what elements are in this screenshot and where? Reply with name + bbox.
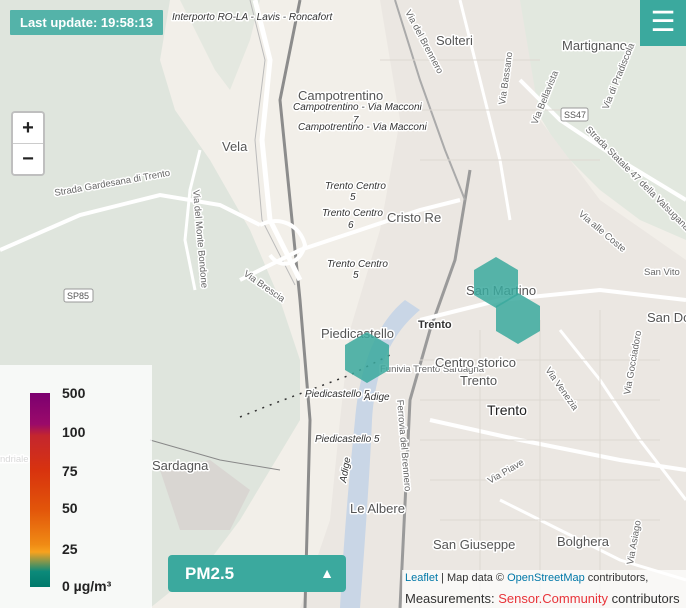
label-trento-centro-2n: 6 bbox=[348, 220, 354, 231]
label-ss47: SS47 bbox=[564, 110, 586, 120]
map-container[interactable]: Interporto RO-LA - Lavis - Roncafort Via… bbox=[0, 0, 686, 608]
label-trento-centro-3: Trento Centro bbox=[327, 259, 388, 270]
label-trento-city: Trento bbox=[487, 402, 527, 418]
label-trento-centro-1: Trento Centro bbox=[325, 181, 386, 192]
label-campo-macconi-1: Campotrentino - Via Macconi bbox=[293, 102, 423, 113]
label-trento-centro-1n: 5 bbox=[350, 192, 356, 203]
label-vela: Vela bbox=[222, 139, 248, 154]
label-san-vito: San Vito bbox=[644, 267, 680, 278]
label-campotrentino: Campotrentino bbox=[298, 88, 383, 103]
menu-button[interactable]: ☰ bbox=[640, 0, 686, 46]
label-interporto: Interporto RO-LA - Lavis - Roncafort bbox=[172, 12, 333, 23]
label-piedicastello-5: Piedicastello 5 bbox=[305, 389, 370, 400]
leaflet-link[interactable]: Leaflet bbox=[405, 572, 438, 584]
label-centro-storico: Centro storico bbox=[435, 355, 516, 370]
label-san-do: San Do bbox=[647, 310, 686, 325]
attribution: Leaflet | Map data © OpenStreetMap contr… bbox=[402, 570, 686, 608]
label-le-albere: Le Albere bbox=[350, 501, 405, 516]
label-adige: Adige bbox=[363, 392, 390, 403]
label-solteri: Solteri bbox=[436, 33, 473, 48]
legend-tick-50: 50 bbox=[62, 500, 78, 516]
label-sp85: SP85 bbox=[67, 291, 89, 301]
legend-tick-100: 100 bbox=[62, 424, 86, 440]
label-piedicastello-5b: Piedicastello 5 bbox=[315, 434, 380, 445]
label-bolghera: Bolghera bbox=[557, 534, 610, 549]
osm-link[interactable]: OpenStreetMap bbox=[507, 572, 585, 584]
zoom-control: + − bbox=[11, 111, 45, 176]
label-martignano: Martignano bbox=[562, 38, 627, 53]
label-centro-storico-2: Trento bbox=[460, 373, 497, 388]
legend-tick-75: 75 bbox=[62, 463, 78, 479]
legend-color-bar bbox=[30, 393, 50, 587]
label-san-giuseppe: San Giuseppe bbox=[433, 537, 515, 552]
label-campo-macconi-2: Campotrentino - Via Macconi bbox=[298, 122, 428, 133]
label-cristo-re: Cristo Re bbox=[387, 210, 441, 225]
legend-tick-25: 25 bbox=[62, 541, 78, 557]
sensor-community-link[interactable]: Sensor.Community bbox=[498, 591, 608, 606]
label-trento-centro-2: Trento Centro bbox=[322, 208, 383, 219]
legend-tick-500: 500 bbox=[62, 385, 86, 401]
label-sardagna: Sardagna bbox=[152, 458, 209, 473]
attribution-contributors: contributors, bbox=[584, 572, 649, 584]
legend-tick-0: 0 µg/m³ bbox=[62, 578, 112, 594]
pollutant-label: PM2.5 bbox=[185, 564, 235, 583]
label-trento-station: Trento bbox=[418, 319, 452, 331]
attribution-contributors-2: contributors bbox=[608, 591, 680, 606]
pm-legend: 500 100 75 50 25 0 µg/m³ bbox=[0, 365, 152, 608]
attribution-measurements: Measurements: bbox=[405, 591, 499, 606]
attribution-map-data: | Map data © bbox=[438, 572, 508, 584]
last-update-badge: Last update: 19:58:13 bbox=[10, 10, 163, 35]
chevron-up-icon: ▲ bbox=[320, 565, 334, 581]
pollutant-selector[interactable]: PM2.5 ▲ bbox=[168, 555, 346, 592]
label-trento-centro-3n: 5 bbox=[353, 270, 359, 281]
zoom-in-button[interactable]: + bbox=[13, 113, 43, 143]
zoom-out-button[interactable]: − bbox=[13, 143, 43, 174]
